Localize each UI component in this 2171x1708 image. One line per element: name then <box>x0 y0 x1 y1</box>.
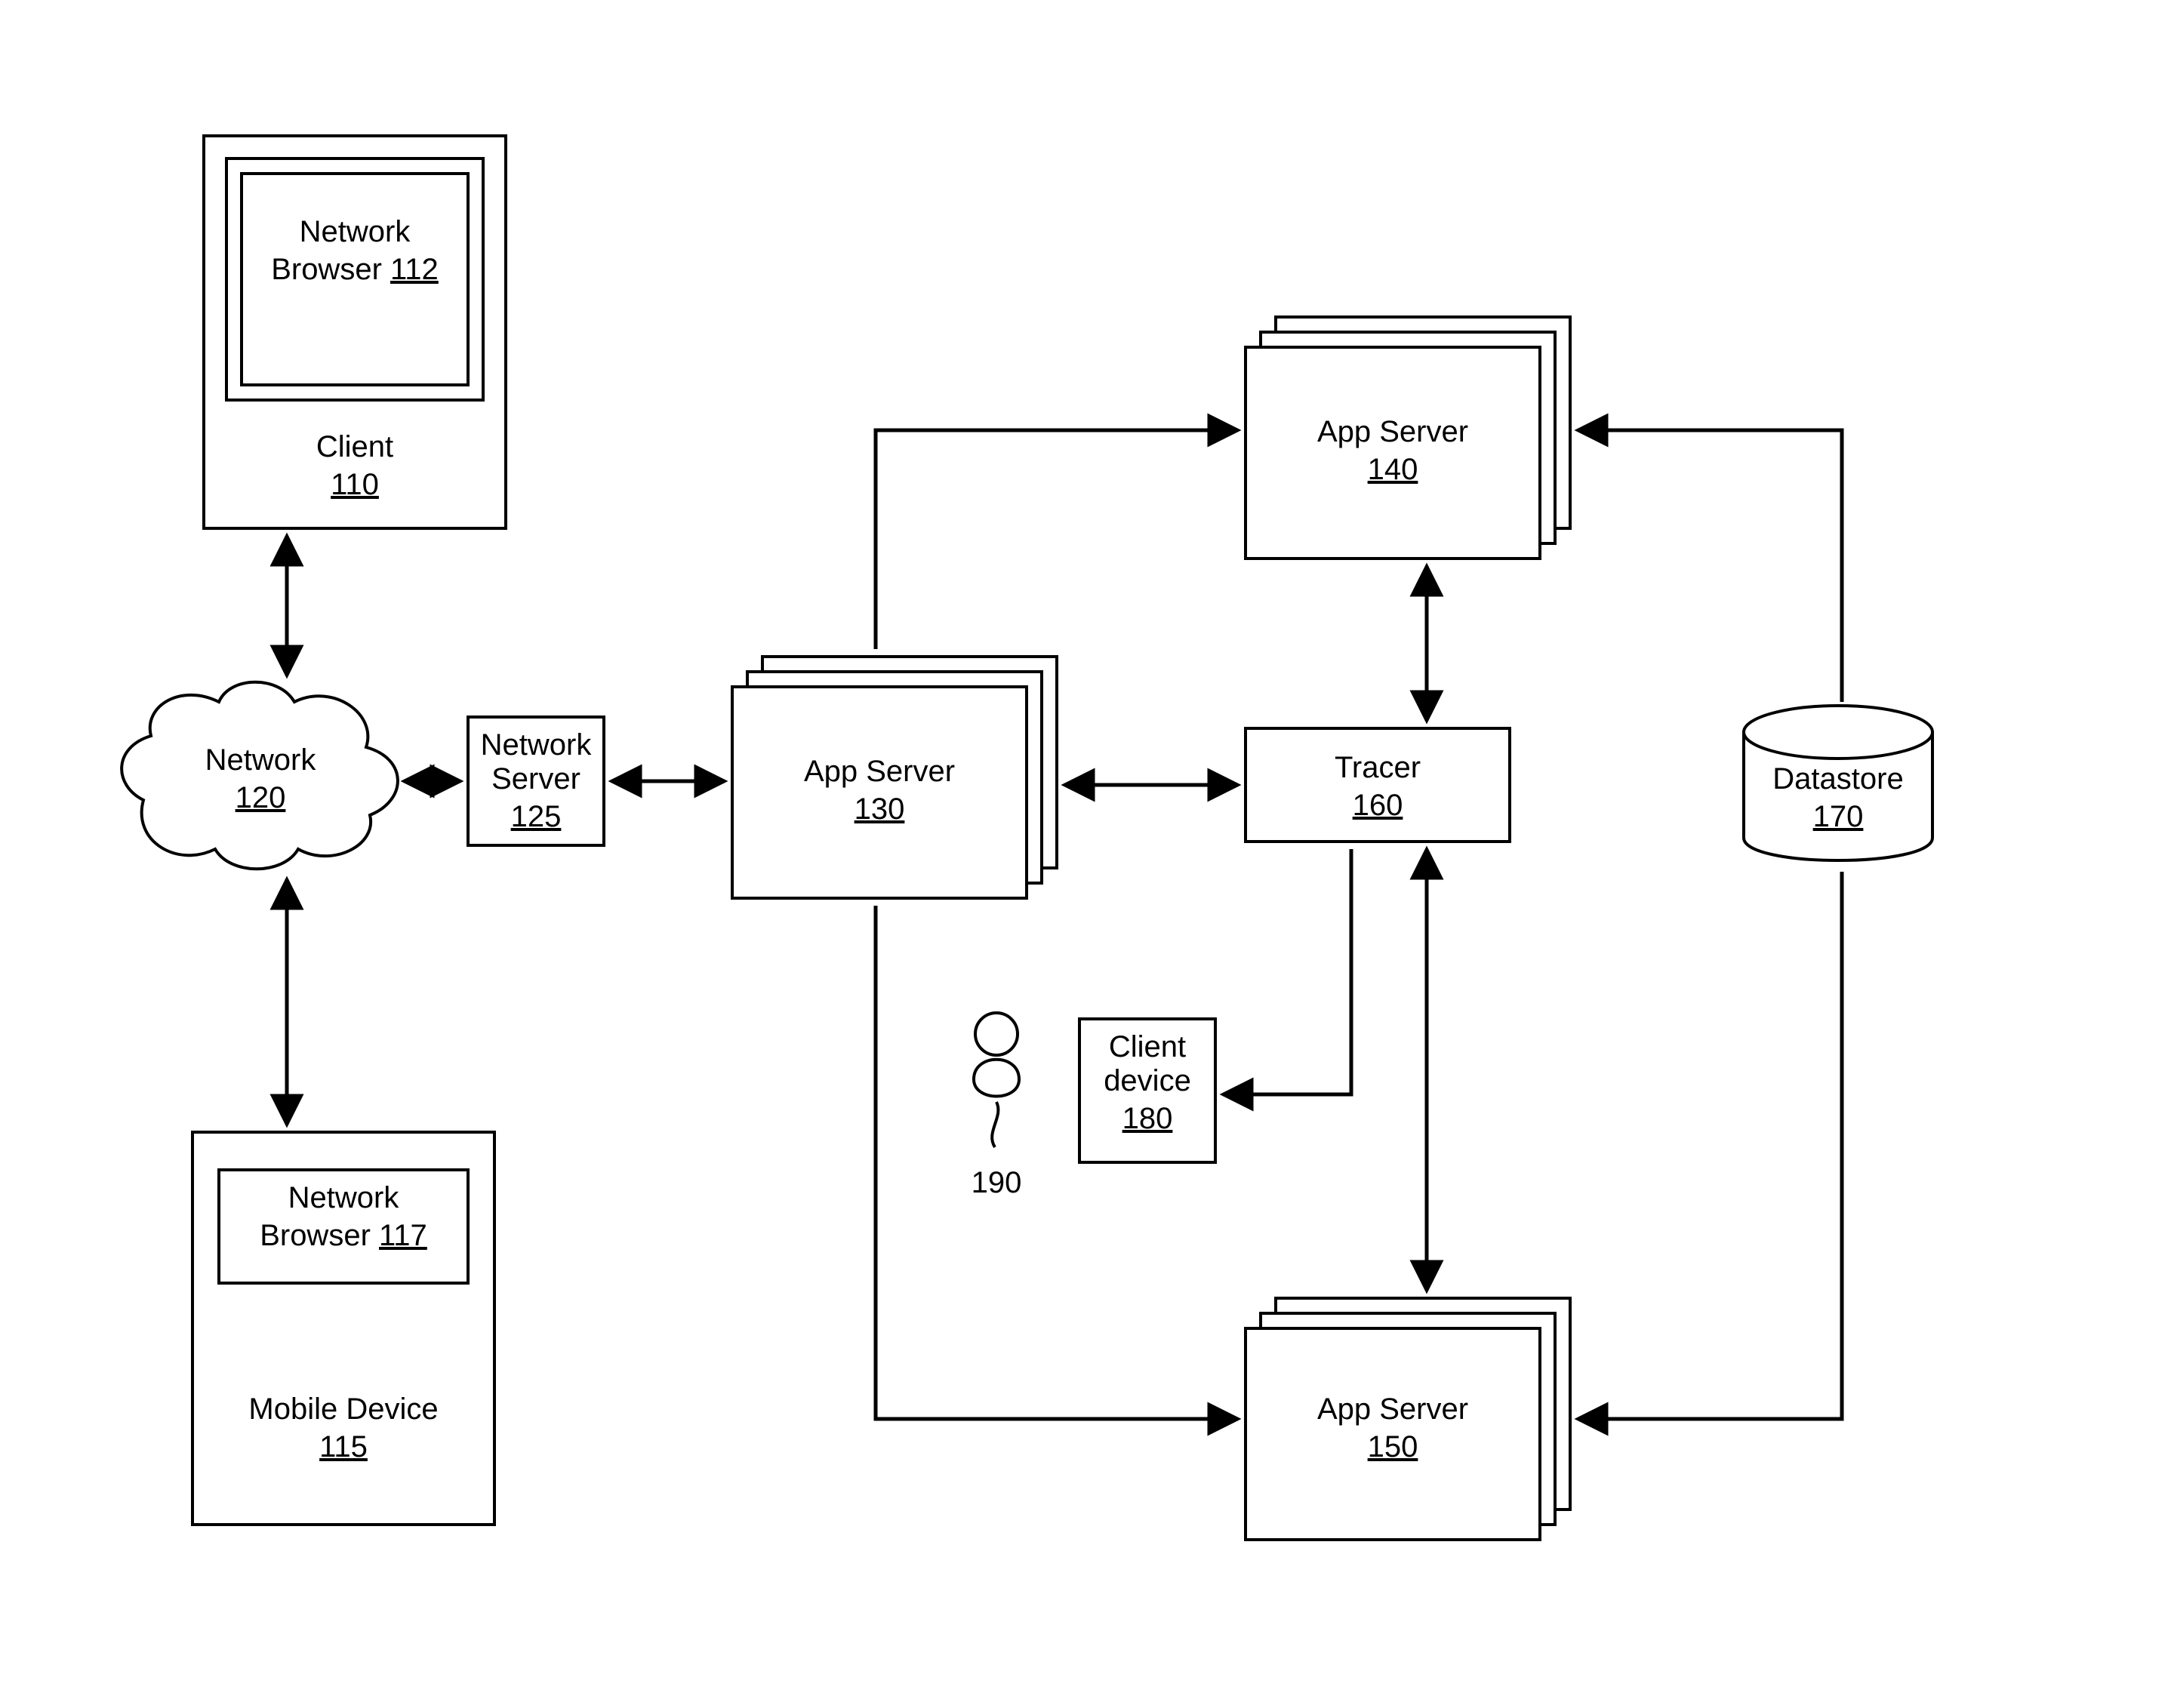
edge-datastore-app150 <box>1578 872 1842 1419</box>
client-device-label-2: device <box>1104 1064 1191 1097</box>
net-browser-112-label-2: Browser 112 <box>271 253 439 286</box>
user-ref: 190 <box>972 1166 1022 1199</box>
user-icon <box>974 1013 1019 1147</box>
edge-tracer-clientdevice <box>1223 849 1351 1094</box>
client-label: Client <box>316 430 393 463</box>
mobile-device-ref: 115 <box>319 1430 368 1463</box>
client-device-label-1: Client <box>1109 1030 1186 1063</box>
datastore-label: Datastore <box>1772 762 1903 796</box>
network-ref: 120 <box>236 781 286 814</box>
app-server-130-label: App Server <box>804 755 955 788</box>
mobile-device-label: Mobile Device <box>248 1393 438 1426</box>
datastore-ref: 170 <box>1813 800 1864 833</box>
app-server-140-label: App Server <box>1317 415 1468 448</box>
network-server-label-1: Network <box>481 728 593 762</box>
edge-app130-app140 <box>876 430 1238 649</box>
client-ref: 110 <box>331 468 379 501</box>
network-server-label-2: Server <box>491 762 580 796</box>
tracer-ref: 160 <box>1353 789 1403 822</box>
tracer-label: Tracer <box>1335 751 1421 784</box>
edge-datastore-app140 <box>1578 430 1842 702</box>
app-server-130-ref: 130 <box>855 792 905 826</box>
app-server-150-label: App Server <box>1317 1393 1468 1426</box>
app-server-150-ref: 150 <box>1368 1430 1418 1463</box>
network-server-ref: 125 <box>511 800 562 833</box>
net-browser-112-label-1: Network <box>300 215 411 248</box>
net-browser-117-label-1: Network <box>288 1181 400 1214</box>
network-label: Network <box>205 743 317 777</box>
net-browser-117-label-2: Browser 117 <box>260 1219 427 1252</box>
tracer-box <box>1246 728 1510 842</box>
app-server-140-ref: 140 <box>1368 453 1418 486</box>
client-device-ref: 180 <box>1122 1102 1173 1135</box>
